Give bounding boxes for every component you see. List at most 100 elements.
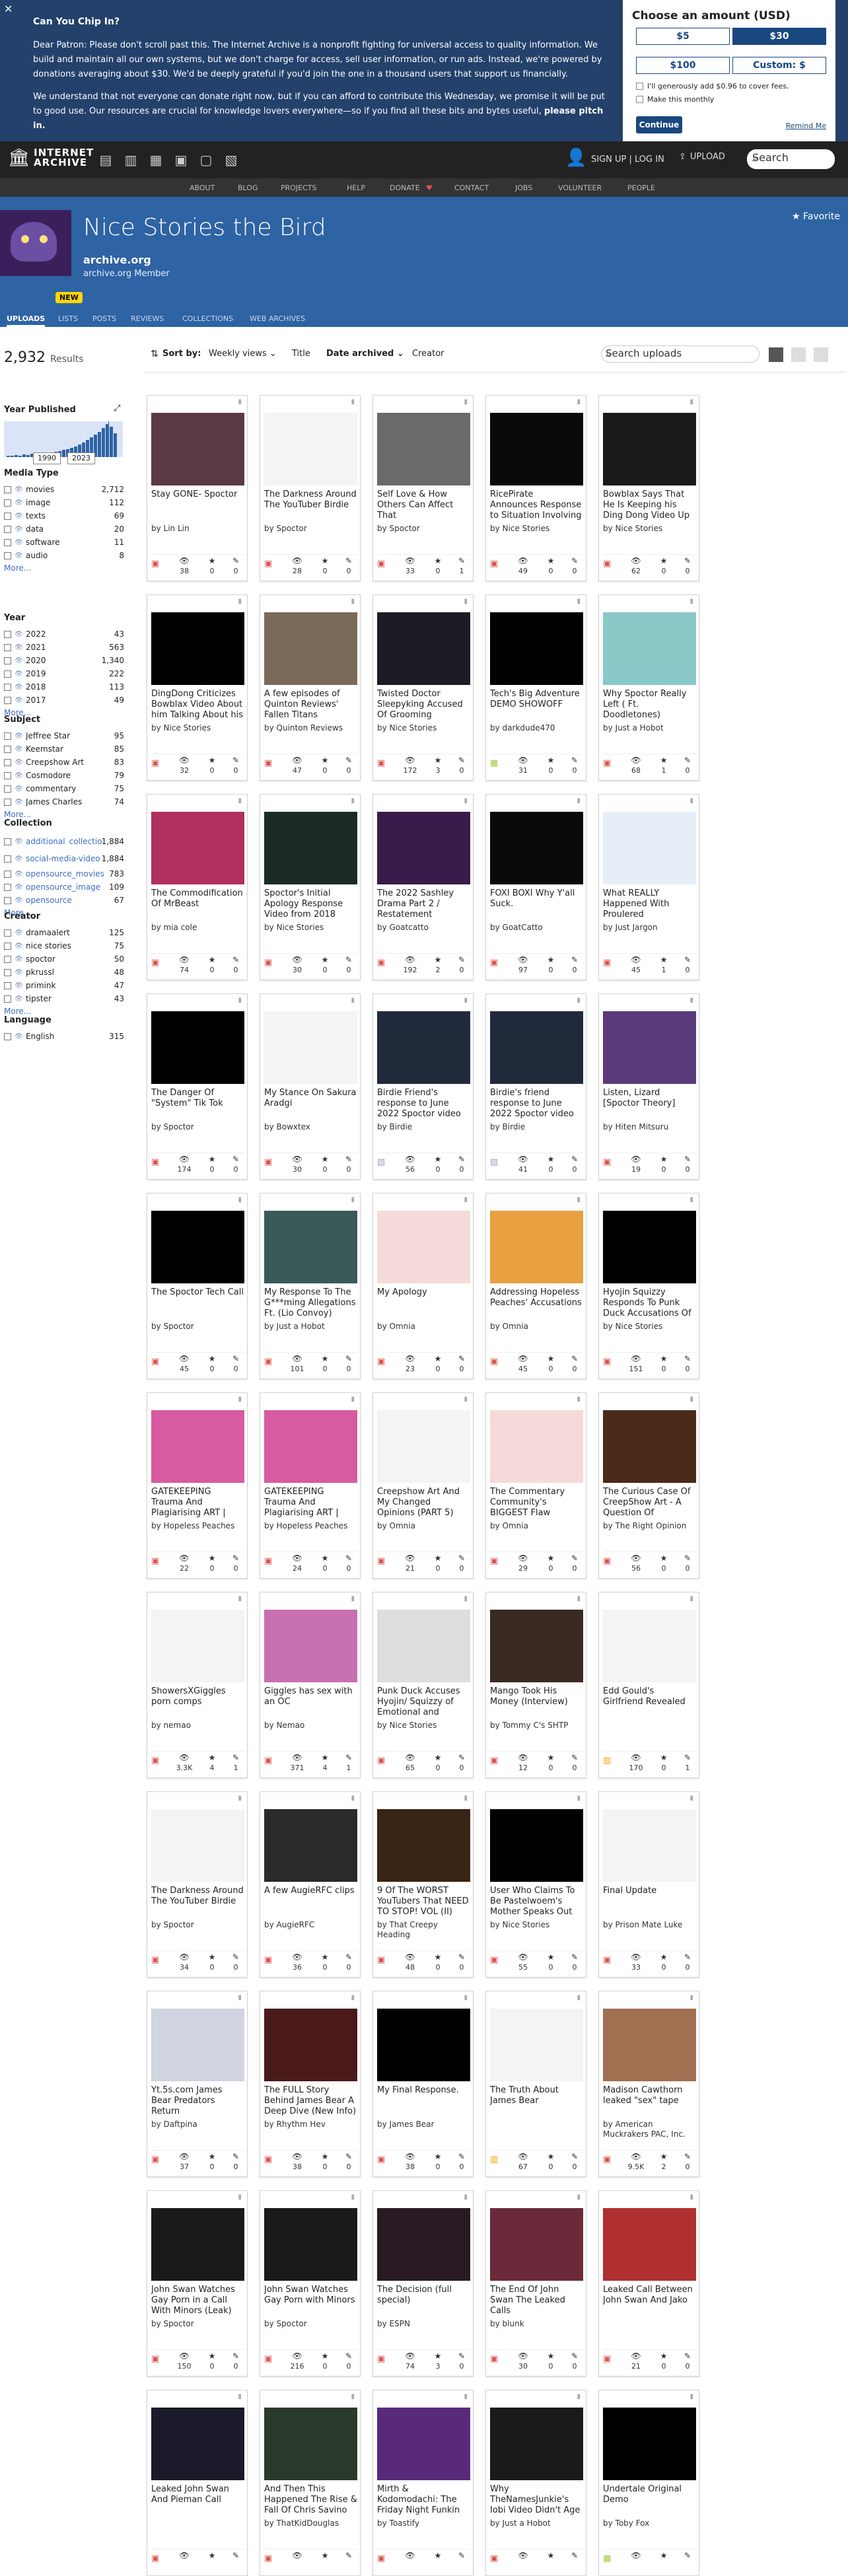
item-thumbnail[interactable] bbox=[151, 2009, 244, 2081]
checkbox[interactable] bbox=[4, 955, 11, 963]
item-thumbnail[interactable] bbox=[377, 1410, 470, 1483]
nav-volunteer[interactable]: VOLUNTEER bbox=[558, 184, 602, 192]
item-title[interactable]: The Curious Case Of CreepShow Art - A Qu… bbox=[603, 1487, 696, 1519]
year-to-input[interactable]: 2023 bbox=[67, 452, 95, 464]
item-thumbnail[interactable] bbox=[377, 2408, 470, 2480]
item-thumbnail[interactable] bbox=[377, 2009, 470, 2081]
item-thumbnail[interactable] bbox=[377, 1809, 470, 1882]
item-title[interactable]: Bowblax Says That He Is Keeping his Ding… bbox=[603, 489, 696, 521]
facet-year-item[interactable]: 👁 2018 113 bbox=[4, 680, 124, 694]
item-thumbnail[interactable] bbox=[264, 1610, 357, 1682]
result-card[interactable]: ▮ ShowersXGiggles porn comps by nemao ▣ 👁 3.3… bbox=[147, 1592, 248, 1778]
expand-icon[interactable]: ⤢ bbox=[114, 404, 120, 413]
facet-media_type-item[interactable]: 👁 image 112 bbox=[4, 496, 124, 509]
item-title[interactable]: DingDong Criticizes Bowblax Video About … bbox=[151, 689, 244, 721]
item-title[interactable]: A few episodes of Quinton Reviews' Falle… bbox=[264, 689, 357, 721]
item-title[interactable]: Mango Took His Money (Interview) bbox=[490, 1686, 583, 1718]
item-title[interactable]: Final Update bbox=[603, 1886, 696, 1917]
facet-media_type-item[interactable]: 👁 movies 2,712 bbox=[4, 483, 124, 496]
item-thumbnail[interactable] bbox=[490, 2408, 583, 2480]
tab-posts[interactable]: POSTS bbox=[92, 314, 116, 323]
result-card[interactable]: ▮ Giggles has sex with an OC by Nemao ▣ 👁 371… bbox=[260, 1592, 361, 1778]
result-card[interactable]: ▮ The Danger Of "System" Tik Tok by Spocto… bbox=[147, 993, 248, 1180]
item-thumbnail[interactable] bbox=[151, 812, 244, 884]
sort-date-archived[interactable]: Date archived ⌄ bbox=[326, 349, 404, 359]
upload-link[interactable]: ⇪ UPLOAD bbox=[679, 152, 725, 162]
item-thumbnail[interactable] bbox=[603, 612, 696, 685]
item-title[interactable]: John Swan Watches Gay Porn with Minors bbox=[264, 2285, 357, 2316]
checkbox[interactable] bbox=[4, 670, 11, 678]
item-thumbnail[interactable] bbox=[151, 2208, 244, 2281]
item-thumbnail[interactable] bbox=[490, 1211, 583, 1283]
item-thumbnail[interactable] bbox=[603, 812, 696, 884]
facet-more-link[interactable]: More... bbox=[4, 810, 31, 819]
item-thumbnail[interactable] bbox=[603, 1011, 696, 1084]
item-thumbnail[interactable] bbox=[264, 413, 357, 485]
item-title[interactable]: Edd Gould's Girlfriend Revealed bbox=[603, 1686, 696, 1718]
item-thumbnail[interactable] bbox=[490, 612, 583, 685]
nav-help[interactable]: HELP bbox=[347, 184, 365, 192]
facet-subject-item[interactable]: 👁 Keemstar 85 bbox=[4, 742, 124, 756]
facet-creator-item[interactable]: 👁 tipster 43 bbox=[4, 992, 124, 1005]
item-thumbnail[interactable] bbox=[151, 1211, 244, 1283]
checkbox[interactable] bbox=[4, 552, 11, 559]
close-icon[interactable]: ✕ bbox=[4, 3, 13, 15]
checkbox[interactable] bbox=[4, 870, 11, 878]
item-title[interactable]: The Commentary Community's BIGGEST Flaw bbox=[490, 1487, 583, 1519]
images-icon[interactable]: ▧ bbox=[222, 151, 240, 169]
item-thumbnail[interactable] bbox=[151, 2408, 244, 2480]
item-title[interactable]: The End Of John Swan The Leaked Calls bbox=[490, 2285, 583, 2316]
year-from-input[interactable]: 1990 bbox=[33, 452, 61, 464]
item-title[interactable]: My Response To The G***ming Allegations … bbox=[264, 1287, 357, 1319]
facet-creator-item[interactable]: 👁 dramaalert 125 bbox=[4, 926, 124, 939]
result-card[interactable]: ▮ Why TheNamesJunkie's Iobi Video Didn't … bbox=[485, 2390, 586, 2576]
result-card[interactable]: ▮ My Stance On Sakura Aradgi by Bowxtex ▣ 👁 3… bbox=[260, 993, 361, 1180]
item-title[interactable]: The Darkness Around The YouTuber Birdie bbox=[264, 489, 357, 521]
result-card[interactable]: ▮ Tech's Big Adventure DEMO SHOWOFF by dar… bbox=[485, 594, 586, 781]
result-card[interactable]: ▮ The 2022 Sashley Drama Part 2 / Restate… bbox=[372, 794, 474, 980]
item-thumbnail[interactable] bbox=[603, 1809, 696, 1882]
monthly-checkbox[interactable]: Make this monthly bbox=[636, 95, 714, 104]
item-title[interactable]: GATEKEEPING Trauma And Plagiarising ART … bbox=[264, 1487, 357, 1519]
item-thumbnail[interactable] bbox=[264, 2208, 357, 2281]
checkbox[interactable] bbox=[4, 995, 11, 1003]
facet-collection-item[interactable]: 👁additional_collections_video1,884 bbox=[4, 833, 124, 850]
facet-year-item[interactable]: 👁 2017 49 bbox=[4, 694, 124, 707]
checkbox[interactable] bbox=[4, 883, 11, 891]
nav-projects[interactable]: PROJECTS bbox=[281, 184, 317, 192]
result-card[interactable]: ▮ A few episodes of Quinton Reviews' Fall… bbox=[260, 594, 361, 781]
facet-collection-item[interactable]: 👁 opensource_movies 783 bbox=[4, 867, 124, 880]
item-title[interactable]: Leaked Call Between John Swan And Jako bbox=[603, 2285, 696, 2316]
tab-uploads[interactable]: UPLOADS bbox=[7, 314, 46, 327]
tab-reviews[interactable]: REVIEWS bbox=[131, 314, 164, 323]
item-thumbnail[interactable] bbox=[377, 2208, 470, 2281]
item-thumbnail[interactable] bbox=[603, 1211, 696, 1283]
item-thumbnail[interactable] bbox=[377, 612, 470, 685]
item-thumbnail[interactable] bbox=[603, 2408, 696, 2480]
item-thumbnail[interactable] bbox=[603, 1610, 696, 1682]
result-card[interactable]: ▮ Stay GONE- Spoctor by Lin Lin ▣ 👁 38 ★ 0 ✎ 0 bbox=[147, 395, 248, 581]
facet-media_type-item[interactable]: 👁 audio 8 bbox=[4, 549, 124, 562]
result-card[interactable]: ▮ Undertale Original Demo by Toby Fox ▦ 👁 ★ ✎ bbox=[598, 2390, 699, 2576]
result-card[interactable]: ▮ Yt.5s.com James Bear Predators Return by… bbox=[147, 1991, 248, 2177]
item-title[interactable]: Stay GONE- Spoctor bbox=[151, 489, 244, 521]
item-title[interactable]: John Swan Watches Gay Porn in a Call Wit… bbox=[151, 2285, 244, 2316]
list-view-icon[interactable] bbox=[791, 347, 806, 362]
item-title[interactable]: The FULL Story Behind James Bear A Deep … bbox=[264, 2085, 357, 2117]
nav-donate[interactable]: DONATE bbox=[390, 184, 420, 192]
item-title[interactable]: Spoctor's Initial Apology Response Video… bbox=[264, 888, 357, 920]
result-card[interactable]: ▮ The Decision (full special) by ESPN ▣ 👁 74 ★… bbox=[372, 2190, 474, 2377]
result-card[interactable]: ▮ My Response To The G***ming Allegations… bbox=[260, 1193, 361, 1379]
facet-collection-item[interactable]: 👁 opensource 67 bbox=[4, 894, 124, 907]
item-thumbnail[interactable] bbox=[377, 413, 470, 485]
grid-view-icon[interactable] bbox=[769, 347, 783, 362]
video-icon[interactable]: ▦ bbox=[147, 151, 165, 169]
checkbox[interactable] bbox=[4, 696, 11, 704]
amount-100-button[interactable]: $100 bbox=[636, 57, 730, 74]
year-histogram[interactable] bbox=[4, 421, 123, 457]
item-title[interactable]: My Stance On Sakura Aradgi bbox=[264, 1088, 357, 1120]
checkbox[interactable] bbox=[4, 643, 11, 651]
sort-creator[interactable]: Creator bbox=[412, 349, 444, 359]
result-card[interactable]: ▮ John Swan Watches Gay Porn in a Call Wi… bbox=[147, 2190, 248, 2377]
remind-me-link[interactable]: Remind Me bbox=[786, 122, 826, 130]
